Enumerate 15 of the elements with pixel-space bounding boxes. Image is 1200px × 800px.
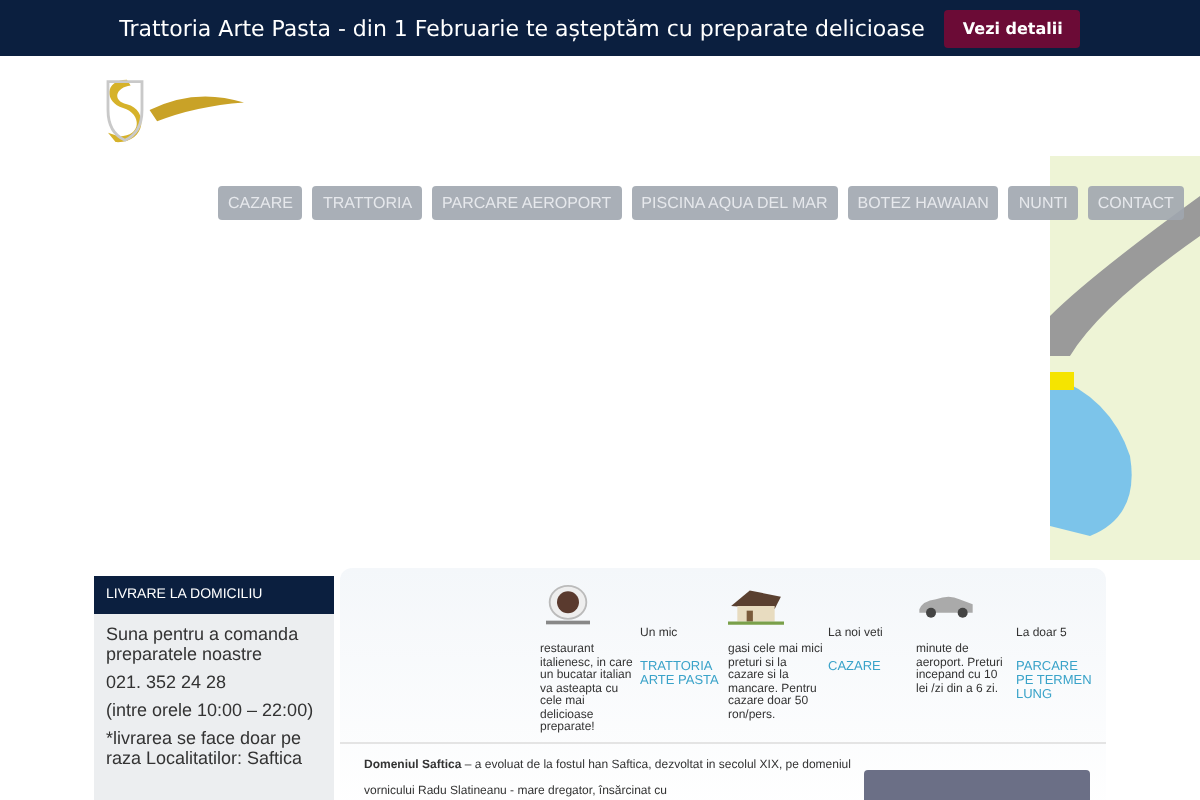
- nav-link[interactable]: CONTACT: [1087, 186, 1184, 220]
- nav-link[interactable]: TRATTORIA: [312, 186, 423, 220]
- sidebar-text: Suna pentru a comanda preparatele noastre: [106, 624, 301, 664]
- nav-link[interactable]: PARCARE AEROPORT: [432, 186, 622, 220]
- nav-link[interactable]: PISCINA AQUA DEL MAR: [631, 186, 838, 220]
- sidebar-text: (intre orele 10:00 – 22:00): [106, 700, 316, 720]
- nav-link[interactable]: BOTEZ HAWAIAN: [847, 186, 999, 220]
- plate-icon: [540, 584, 596, 628]
- car-icon: [916, 592, 976, 620]
- nav-link[interactable]: NUNTI: [1008, 186, 1078, 220]
- sidebar-text: *livrarea se face doar pe raza Localitatilor: Saftica: [106, 728, 305, 768]
- announcement-text: Trattoria Arte Pasta - din 1 Februarie te așteptăm cu preparate delicioase: [119, 15, 925, 41]
- phone-number: 021. 352 24 28: [106, 672, 229, 692]
- nav-link[interactable]: CAZARE: [218, 186, 303, 220]
- details-button[interactable]: Vezi detalii: [944, 9, 1081, 47]
